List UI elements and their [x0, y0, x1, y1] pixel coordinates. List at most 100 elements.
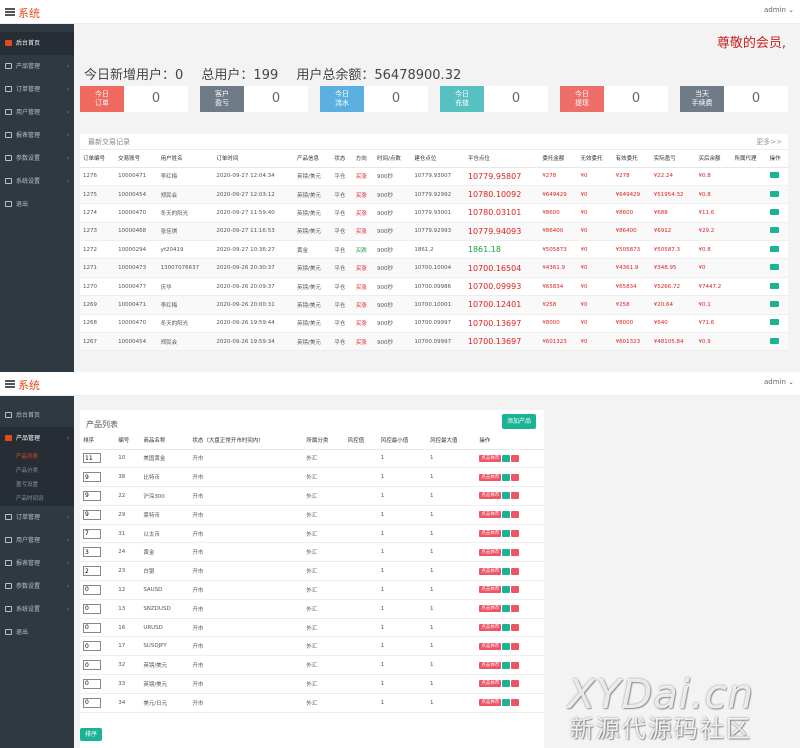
user-menu[interactable]: admin ⌄	[764, 378, 794, 386]
sort-order-input[interactable]	[83, 547, 101, 558]
edit-icon[interactable]	[502, 548, 511, 556]
sort-order-input[interactable]	[83, 528, 101, 539]
sidebar-item[interactable]: 产品管理 ›	[0, 427, 74, 450]
edit-icon[interactable]	[502, 680, 511, 688]
edit-icon[interactable]	[502, 454, 511, 462]
view-detail-button[interactable]	[769, 227, 779, 234]
sidebar-subitem[interactable]: 产品列表	[0, 450, 74, 464]
view-detail-button[interactable]	[769, 172, 779, 179]
close-market-button[interactable]: 点击休市	[479, 454, 502, 462]
close-market-button[interactable]: 点击休市	[479, 699, 502, 707]
sort-order-input[interactable]	[83, 584, 101, 595]
view-detail-button[interactable]	[769, 282, 779, 289]
sidebar-item[interactable]: 后台首页	[0, 32, 74, 55]
delete-icon[interactable]	[511, 511, 520, 519]
close-market-button[interactable]: 点击休市	[479, 492, 502, 500]
edit-icon[interactable]	[502, 530, 511, 538]
view-detail-button[interactable]	[769, 264, 779, 271]
delete-icon[interactable]	[511, 699, 520, 707]
sort-button[interactable]: 排序	[80, 728, 102, 741]
view-detail-button[interactable]	[769, 337, 779, 344]
close-market-button[interactable]: 点击休市	[479, 586, 502, 594]
sort-order-input[interactable]	[83, 641, 101, 652]
edit-icon[interactable]	[502, 699, 511, 707]
delete-icon[interactable]	[511, 661, 520, 669]
sidebar-item[interactable]: 参数设置 ›	[0, 147, 74, 170]
sidebar-item[interactable]: 参数设置 ›	[0, 575, 74, 598]
table-cell	[80, 618, 116, 638]
close-market-button[interactable]: 点击休市	[479, 511, 502, 519]
sidebar-item[interactable]: 订单管理 ›	[0, 78, 74, 101]
sort-order-input[interactable]	[83, 490, 101, 501]
view-detail-button[interactable]	[769, 245, 779, 252]
menu-icon[interactable]	[5, 8, 15, 16]
edit-icon[interactable]	[502, 624, 511, 632]
sort-order-input[interactable]	[83, 472, 101, 483]
sidebar-item[interactable]: 产品管理 ›	[0, 55, 74, 78]
close-market-button[interactable]: 点击休市	[479, 473, 502, 481]
sort-order-input[interactable]	[83, 678, 101, 689]
close-market-button[interactable]: 点击休市	[479, 548, 502, 556]
view-detail-button[interactable]	[769, 190, 779, 197]
delete-icon[interactable]	[511, 454, 520, 462]
delete-icon[interactable]	[511, 624, 520, 632]
edit-icon[interactable]	[502, 511, 511, 519]
delete-icon[interactable]	[511, 548, 520, 556]
sort-order-input[interactable]	[83, 603, 101, 614]
sidebar-item[interactable]: 报表管理 ›	[0, 552, 74, 575]
close-market-button[interactable]: 点击休市	[479, 567, 502, 575]
sidebar-item[interactable]: 后台首页	[0, 404, 74, 427]
edit-icon[interactable]	[502, 473, 511, 481]
table-cell: 1	[426, 524, 477, 544]
close-market-button[interactable]: 点击休市	[479, 680, 502, 688]
sidebar-item[interactable]: 退出	[0, 193, 74, 216]
more-link[interactable]: 更多>>	[756, 134, 782, 150]
sidebar-item[interactable]: 系统设置 ›	[0, 598, 74, 621]
table-cell: ¥348.95	[650, 258, 696, 278]
close-market-button[interactable]: 点击休市	[479, 530, 502, 538]
delete-icon[interactable]	[511, 642, 520, 650]
close-market-button[interactable]: 点击休市	[479, 624, 502, 632]
edit-icon[interactable]	[502, 492, 511, 500]
edit-icon[interactable]	[502, 586, 511, 594]
sort-order-input[interactable]	[83, 566, 101, 577]
delete-icon[interactable]	[511, 473, 520, 481]
edit-icon[interactable]	[502, 661, 511, 669]
delete-icon[interactable]	[511, 680, 520, 688]
sidebar-item[interactable]: 报表管理 ›	[0, 124, 74, 147]
delete-icon[interactable]	[511, 605, 520, 613]
close-market-button[interactable]: 点击休市	[479, 642, 502, 650]
sidebar-subitem[interactable]: 产品时间设	[0, 492, 74, 506]
table-cell: 开市	[189, 674, 304, 694]
sort-order-input[interactable]	[83, 509, 101, 520]
table-cell: 1275	[80, 185, 116, 205]
sidebar-item[interactable]: 用户管理 ›	[0, 529, 74, 552]
add-product-button[interactable]: 添加产品	[502, 414, 536, 429]
edit-icon[interactable]	[502, 567, 511, 575]
edit-icon[interactable]	[502, 642, 511, 650]
delete-icon[interactable]	[511, 492, 520, 500]
view-detail-button[interactable]	[769, 300, 779, 307]
sort-order-input[interactable]	[83, 622, 101, 633]
view-detail-button[interactable]	[769, 319, 779, 326]
sort-order-input[interactable]	[83, 660, 101, 671]
close-market-button[interactable]: 点击休市	[479, 605, 502, 613]
sidebar-subitem[interactable]: 产品分类	[0, 464, 74, 478]
sidebar-item[interactable]: 订单管理 ›	[0, 506, 74, 529]
action-cell	[766, 332, 788, 352]
edit-icon[interactable]	[502, 605, 511, 613]
sidebar-item[interactable]: 退出	[0, 621, 74, 644]
sidebar-item[interactable]: 用户管理 ›	[0, 101, 74, 124]
close-market-button[interactable]: 点击休市	[479, 661, 502, 669]
delete-icon[interactable]	[511, 530, 520, 538]
menu-icon[interactable]	[5, 380, 15, 388]
delete-icon[interactable]	[511, 586, 520, 594]
sidebar-subitem[interactable]: 盈亏设置	[0, 478, 74, 492]
view-detail-button[interactable]	[769, 208, 779, 215]
sort-order-input[interactable]	[83, 697, 101, 708]
table-cell	[344, 449, 378, 469]
sort-order-input[interactable]	[83, 453, 101, 464]
sidebar-item[interactable]: 系统设置 ›	[0, 170, 74, 193]
delete-icon[interactable]	[511, 567, 520, 575]
user-menu[interactable]: admin ⌄	[764, 6, 794, 14]
